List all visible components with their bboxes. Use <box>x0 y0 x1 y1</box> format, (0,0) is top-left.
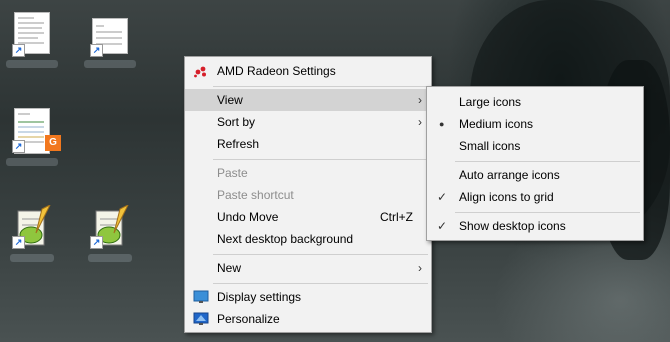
menu-item-label: Auto arrange icons <box>459 168 560 182</box>
menu-item-label: Show desktop icons <box>459 219 566 233</box>
icon-label <box>88 254 132 262</box>
menu-separator <box>213 159 428 160</box>
shortcut-arrow-icon: ↗ <box>90 236 103 249</box>
menu-separator <box>213 283 428 284</box>
menu-separator <box>455 161 640 162</box>
shortcut-arrow-icon: ↗ <box>90 44 103 57</box>
app-badge-icon: G <box>45 135 61 151</box>
shortcut-arrow-icon: ↗ <box>12 236 25 249</box>
menu-item-label: Sort by <box>217 115 256 129</box>
checkmark-icon: ✓ <box>437 219 448 233</box>
menu-item-personalize[interactable]: Personalize <box>185 308 431 330</box>
menu-item-next-desktop-background[interactable]: Next desktop background <box>185 228 431 250</box>
menu-item-label: Small icons <box>459 139 521 153</box>
desktop-icon-document-2[interactable]: ↗ <box>80 4 140 74</box>
desktop-icon-document-1[interactable]: ↗ <box>2 4 62 74</box>
menu-item-medium-icons[interactable]: ● Medium icons <box>427 113 643 135</box>
icon-label <box>84 60 136 68</box>
menu-separator <box>213 86 428 87</box>
icon-label <box>6 158 58 166</box>
menu-item-label: Large icons <box>459 95 522 109</box>
view-submenu: Large icons ● Medium icons Small icons A… <box>426 86 644 241</box>
personalize-icon <box>193 312 209 325</box>
menu-item-label: Display settings <box>217 290 302 304</box>
menu-item-small-icons[interactable]: Small icons <box>427 135 643 157</box>
menu-item-label: Undo Move <box>217 210 279 224</box>
menu-item-undo-move[interactable]: Undo Move Ctrl+Z <box>185 206 431 228</box>
desktop-context-menu: AMD Radeon Settings View › Sort by › Ref… <box>184 56 432 333</box>
shortcut-arrow-icon: ↗ <box>12 44 25 57</box>
icon-label <box>6 60 58 68</box>
menu-separator <box>455 212 640 213</box>
submenu-arrow-icon: › <box>418 261 422 275</box>
menu-item-label: Paste shortcut <box>217 188 294 202</box>
desktop-icon-notepadpp-1[interactable]: ↗ <box>2 200 62 270</box>
display-settings-icon <box>193 290 209 303</box>
submenu-arrow-icon: › <box>418 93 422 107</box>
menu-item-label: Medium icons <box>459 117 534 131</box>
desktop-icon-notepadpp-2[interactable]: ↗ <box>80 200 140 270</box>
menu-item-label: Refresh <box>217 137 260 151</box>
menu-item-amd-radeon-settings[interactable]: AMD Radeon Settings <box>185 60 431 82</box>
menu-separator <box>213 254 428 255</box>
menu-item-show-desktop-icons[interactable]: ✓ Show desktop icons <box>427 215 643 237</box>
menu-item-paste[interactable]: Paste <box>185 162 431 184</box>
menu-item-view[interactable]: View › <box>185 89 431 111</box>
menu-item-large-icons[interactable]: Large icons <box>427 91 643 113</box>
menu-item-label: Paste <box>217 166 248 180</box>
submenu-arrow-icon: › <box>418 115 422 129</box>
menu-item-sort-by[interactable]: Sort by › <box>185 111 431 133</box>
shortcut-arrow-icon: ↗ <box>12 140 25 153</box>
menu-item-label: Personalize <box>217 312 280 326</box>
menu-item-label: Next desktop background <box>217 232 354 246</box>
menu-item-align-icons-to-grid[interactable]: ✓ Align icons to grid <box>427 186 643 208</box>
checkmark-icon: ✓ <box>437 190 448 204</box>
amd-radeon-icon <box>194 66 206 78</box>
icon-label <box>10 254 54 262</box>
keyboard-shortcut: Ctrl+Z <box>380 210 413 224</box>
menu-item-label: New <box>217 261 242 275</box>
menu-item-auto-arrange-icons[interactable]: Auto arrange icons <box>427 164 643 186</box>
menu-item-label: Align icons to grid <box>459 190 554 204</box>
menu-item-new[interactable]: New › <box>185 257 431 279</box>
menu-item-refresh[interactable]: Refresh <box>185 133 431 155</box>
menu-item-display-settings[interactable]: Display settings <box>185 286 431 308</box>
menu-item-label: AMD Radeon Settings <box>217 64 336 78</box>
radio-bullet-icon: ● <box>439 119 445 129</box>
menu-item-paste-shortcut[interactable]: Paste shortcut <box>185 184 431 206</box>
menu-item-label: View <box>217 93 243 107</box>
